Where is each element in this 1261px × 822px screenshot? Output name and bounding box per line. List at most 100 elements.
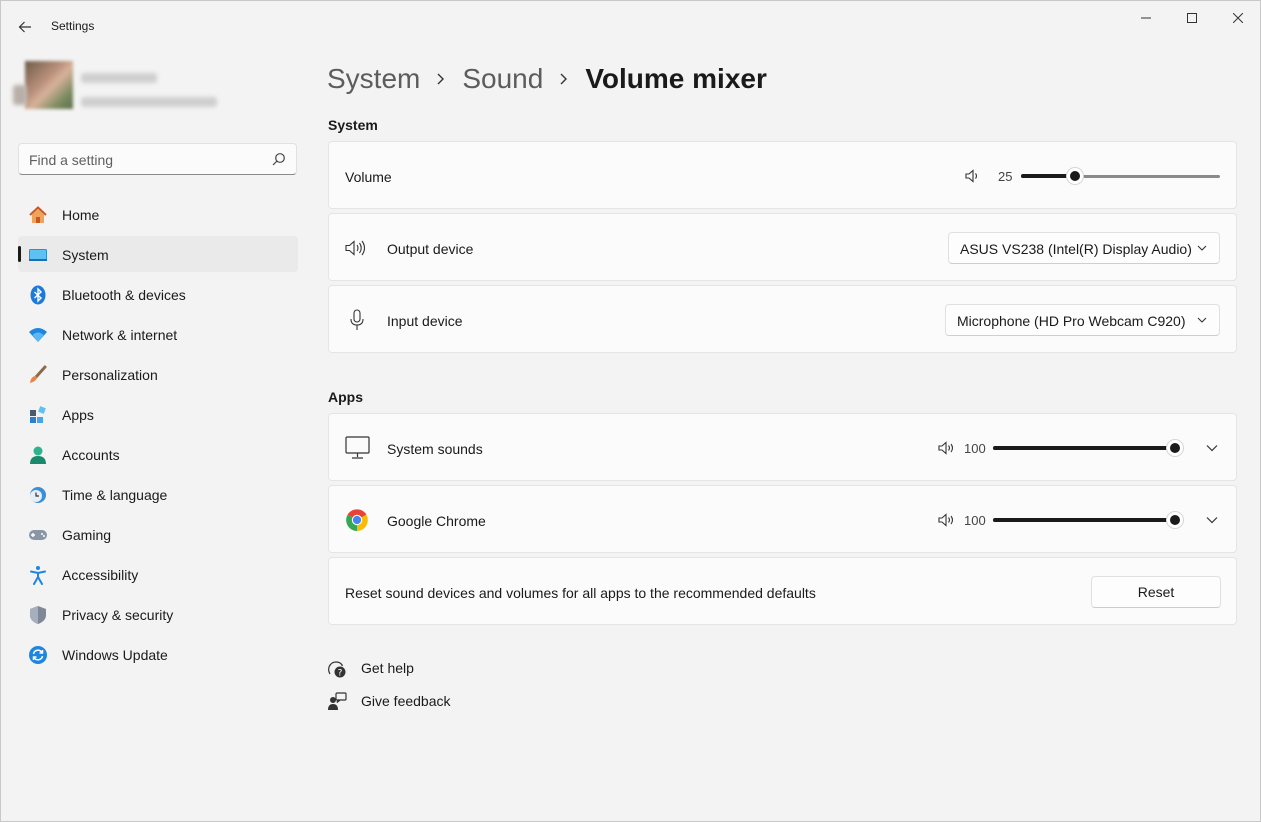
input-device-dropdown[interactable]: Microphone (HD Pro Webcam C920) <box>945 304 1220 336</box>
reset-description: Reset sound devices and volumes for all … <box>345 585 816 601</box>
home-icon <box>28 205 48 225</box>
sidebar-nav: Home System Bluetooth & devices Network … <box>18 196 298 676</box>
feedback-icon <box>328 692 347 710</box>
apps-icon <box>28 405 48 425</box>
clock-globe-icon <box>28 485 48 505</box>
sidebar-item-network[interactable]: Network & internet <box>18 316 298 352</box>
section-title-system: System <box>328 117 378 133</box>
brush-icon <box>28 365 48 385</box>
give-feedback-link[interactable]: Give feedback <box>327 690 457 714</box>
close-button[interactable] <box>1215 1 1261 35</box>
page-title: Volume mixer <box>585 63 767 94</box>
sidebar-item-system[interactable]: System <box>18 236 298 272</box>
get-help-link[interactable]: ? Get help <box>327 657 427 681</box>
back-arrow-icon <box>18 21 31 33</box>
sidebar-item-label: Home <box>62 207 100 223</box>
minimize-icon <box>1141 17 1151 19</box>
sidebar-item-windows-update[interactable]: Windows Update <box>18 636 298 672</box>
app-volume-slider[interactable] <box>993 438 1184 458</box>
volume-slider[interactable] <box>1021 166 1220 186</box>
avatar[interactable] <box>25 61 73 109</box>
section-title-apps: Apps <box>328 389 363 405</box>
sidebar-item-label: Gaming <box>62 527 112 543</box>
chevron-down-icon[interactable] <box>1202 438 1222 458</box>
profile-email-redacted <box>81 97 217 107</box>
gamepad-icon <box>28 525 48 545</box>
app-name: Google Chrome <box>387 513 486 529</box>
reset-card: Reset sound devices and volumes for all … <box>328 557 1237 625</box>
speaker-loud-icon <box>345 238 367 258</box>
app-name: System sounds <box>387 441 483 457</box>
slider-thumb[interactable] <box>1166 511 1184 529</box>
output-device-label: Output device <box>387 241 474 257</box>
input-device-value: Microphone (HD Pro Webcam C920) <box>957 313 1186 329</box>
speaker-icon[interactable] <box>963 166 983 186</box>
chrome-icon <box>345 508 369 532</box>
app-title: Settings <box>51 19 95 33</box>
sidebar-item-label: Time & language <box>62 487 168 503</box>
sidebar-item-label: System <box>62 247 109 263</box>
minimize-button[interactable] <box>1123 1 1169 35</box>
sidebar-item-bluetooth[interactable]: Bluetooth & devices <box>18 276 298 312</box>
back-button[interactable] <box>11 13 39 41</box>
monitor-icon <box>345 436 371 460</box>
sidebar-item-label: Bluetooth & devices <box>62 287 186 303</box>
give-feedback-label: Give feedback <box>361 693 451 709</box>
system-icon <box>28 245 48 265</box>
volume-value: 25 <box>998 169 1013 184</box>
sidebar-item-apps[interactable]: Apps <box>18 396 298 432</box>
app-row-google-chrome: Google Chrome 100 <box>328 485 1237 553</box>
reset-button[interactable]: Reset <box>1091 576 1221 608</box>
wifi-icon <box>28 325 48 345</box>
chevron-down-icon <box>1197 317 1207 323</box>
maximize-button[interactable] <box>1169 1 1215 35</box>
app-row-system-sounds: System sounds 100 <box>328 413 1237 481</box>
breadcrumb-system[interactable]: System <box>327 63 420 95</box>
sidebar-item-personalization[interactable]: Personalization <box>18 356 298 392</box>
input-device-card: Input device Microphone (HD Pro Webcam C… <box>328 285 1237 353</box>
sidebar-item-label: Privacy & security <box>62 607 174 623</box>
input-device-label: Input device <box>387 313 463 329</box>
output-device-value: ASUS VS238 (Intel(R) Display Audio) <box>960 241 1192 257</box>
chevron-down-icon <box>1197 245 1207 251</box>
search-icon[interactable] <box>272 152 286 166</box>
sidebar-item-label: Personalization <box>62 367 158 383</box>
sidebar-item-privacy[interactable]: Privacy & security <box>18 596 298 632</box>
maximize-icon <box>1187 13 1197 23</box>
slider-thumb[interactable] <box>1166 439 1184 457</box>
volume-card: Volume 25 <box>328 141 1237 209</box>
sidebar-item-time-language[interactable]: Time & language <box>18 476 298 512</box>
microphone-icon <box>347 309 367 331</box>
sidebar-item-label: Accounts <box>62 447 120 463</box>
get-help-label: Get help <box>361 660 414 676</box>
accessibility-icon <box>28 565 48 585</box>
app-volume-value: 100 <box>964 441 986 456</box>
speaker-icon[interactable] <box>937 510 957 530</box>
sidebar-item-label: Accessibility <box>62 567 139 583</box>
sidebar-item-gaming[interactable]: Gaming <box>18 516 298 552</box>
breadcrumb: System Sound Volume mixer <box>327 59 767 99</box>
app-volume-slider[interactable] <box>993 510 1184 530</box>
volume-label: Volume <box>345 169 392 185</box>
sidebar-item-label: Apps <box>62 407 94 423</box>
help-icon: ? <box>328 661 346 679</box>
slider-thumb[interactable] <box>1066 167 1085 185</box>
sidebar-item-accessibility[interactable]: Accessibility <box>18 556 298 592</box>
output-device-card: Output device ASUS VS238 (Intel(R) Displ… <box>328 213 1237 281</box>
breadcrumb-sound[interactable]: Sound <box>462 63 543 95</box>
sidebar-item-label: Windows Update <box>62 647 168 663</box>
search-box[interactable] <box>18 143 297 175</box>
sidebar-item-home[interactable]: Home <box>18 196 298 232</box>
output-device-dropdown[interactable]: ASUS VS238 (Intel(R) Display Audio) <box>948 232 1220 264</box>
chevron-down-icon[interactable] <box>1202 510 1222 530</box>
avatar-shadow <box>13 85 27 105</box>
speaker-icon[interactable] <box>937 438 957 458</box>
sidebar-item-accounts[interactable]: Accounts <box>18 436 298 472</box>
settings-window: Settings Home System <box>0 0 1261 822</box>
bluetooth-icon <box>28 285 48 305</box>
search-input[interactable] <box>29 150 259 170</box>
chevron-right-icon <box>436 73 446 85</box>
close-icon <box>1233 13 1243 23</box>
app-volume-value: 100 <box>964 513 986 528</box>
svg-text:?: ? <box>338 669 343 679</box>
